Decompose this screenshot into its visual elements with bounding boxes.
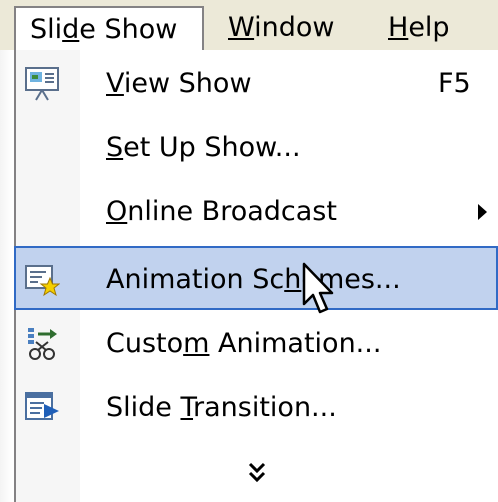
menu-item-label: View Show (106, 68, 252, 99)
custom-animation-icon (28, 328, 57, 360)
menu-item-label: Slide Transition... (106, 392, 337, 423)
menu-window[interactable]: Window (228, 6, 334, 50)
menu-help[interactable]: Help (388, 6, 450, 50)
slide-show-dropdown-menu: View Show F5 Set Up Show... Online Broad… (14, 50, 498, 502)
animation-schemes-icon (25, 265, 60, 297)
menu-bar: Slide Show Window Help (0, 0, 498, 50)
double-chevron-down-icon[interactable] (242, 458, 272, 488)
menu-slide-show[interactable]: Slide Show (14, 6, 204, 50)
menu-item-label: Set Up Show... (106, 132, 301, 163)
menu-item-online-broadcast[interactable]: Online Broadcast (16, 180, 498, 244)
slide-transition-icon (25, 392, 59, 420)
mouse-pointer-icon (302, 262, 334, 314)
menu-item-label: Custom Animation... (106, 328, 382, 359)
menu-item-animation-schemes[interactable]: Animation Schemes... (14, 246, 498, 310)
shortcut-label: F5 (438, 68, 471, 99)
menu-item-label: Online Broadcast (106, 196, 337, 227)
submenu-arrow-icon (478, 204, 487, 220)
menu-item-set-up-show[interactable]: Set Up Show... (16, 116, 498, 180)
left-shadow (0, 0, 12, 502)
menu-item-slide-transition[interactable]: Slide Transition... (16, 376, 498, 440)
menu-item-view-show[interactable]: View Show F5 (16, 52, 498, 116)
menu-item-custom-animation[interactable]: Custom Animation... (16, 312, 498, 376)
projector-screen-icon (25, 67, 59, 101)
menu-item-label: Animation Schemes... (106, 264, 401, 295)
